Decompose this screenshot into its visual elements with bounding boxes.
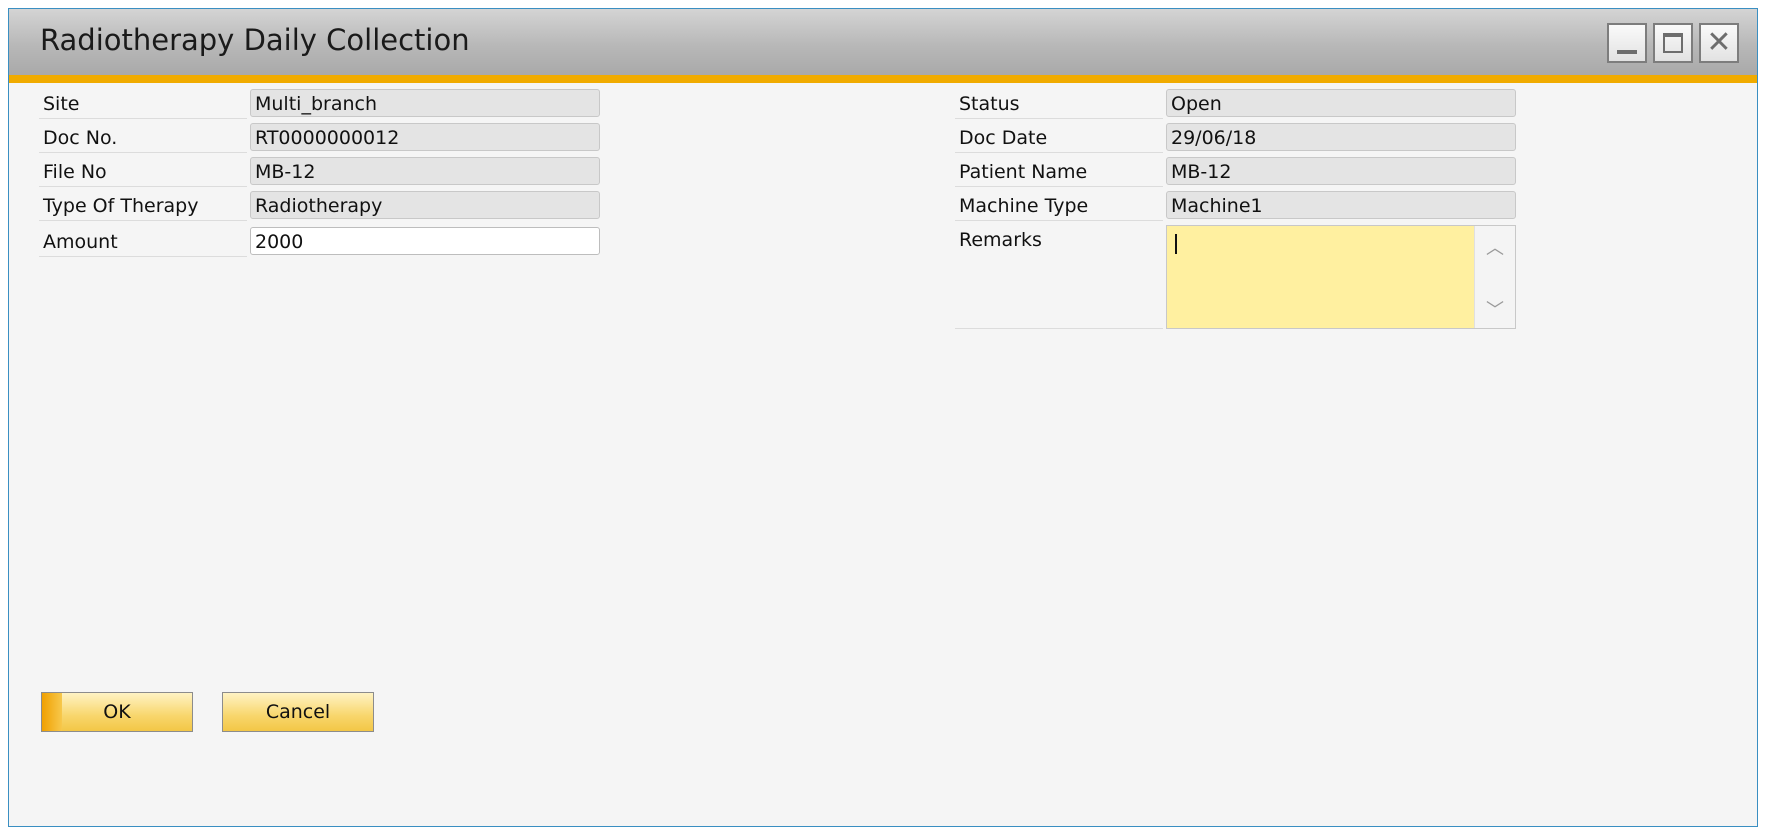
site-field[interactable]: Multi_branch: [250, 89, 600, 117]
doc-date-label: Doc Date: [955, 123, 1163, 153]
doc-date-field[interactable]: 29/06/18: [1166, 123, 1516, 151]
machine-type-field[interactable]: Machine1: [1166, 191, 1516, 219]
ok-button-label: OK: [103, 701, 131, 723]
form-window: Radiotherapy Daily Collection ✕ Site Mul…: [8, 8, 1758, 827]
status-label: Status: [955, 89, 1163, 119]
maximize-icon: [1663, 33, 1683, 53]
remarks-label: Remarks: [955, 225, 1163, 329]
cancel-button-label: Cancel: [265, 701, 331, 723]
therapy-type-field[interactable]: Radiotherapy: [250, 191, 600, 219]
scroll-up-icon[interactable]: ︿: [1475, 234, 1515, 260]
doc-no-field[interactable]: RT0000000012: [250, 123, 600, 151]
patient-name-field[interactable]: MB-12: [1166, 157, 1516, 185]
close-icon: ✕: [1706, 25, 1732, 60]
minimize-button[interactable]: [1607, 23, 1647, 63]
remarks-scrollbar[interactable]: ︿ ﹀: [1474, 226, 1515, 328]
therapy-type-label: Type Of Therapy: [39, 191, 247, 221]
amount-label: Amount: [39, 227, 247, 257]
close-button[interactable]: ✕: [1699, 23, 1739, 63]
minimize-icon: [1617, 50, 1637, 54]
machine-type-label: Machine Type: [955, 191, 1163, 221]
status-field[interactable]: Open: [1166, 89, 1516, 117]
window-title: Radiotherapy Daily Collection: [40, 23, 470, 57]
window-controls: ✕: [1607, 23, 1739, 63]
ok-button[interactable]: OK: [41, 692, 193, 732]
site-label: Site: [39, 89, 247, 119]
title-bar[interactable]: Radiotherapy Daily Collection ✕: [9, 9, 1757, 83]
scroll-down-icon[interactable]: ﹀: [1475, 296, 1515, 322]
patient-name-label: Patient Name: [955, 157, 1163, 187]
remarks-textarea[interactable]: ︿ ﹀: [1166, 225, 1516, 329]
file-no-label: File No: [39, 157, 247, 187]
cancel-button[interactable]: Cancel: [222, 692, 374, 732]
file-no-field[interactable]: MB-12: [250, 157, 600, 185]
text-cursor: [1175, 234, 1177, 254]
maximize-button[interactable]: [1653, 23, 1693, 63]
amount-field[interactable]: 2000: [250, 227, 600, 255]
doc-no-label: Doc No.: [39, 123, 247, 153]
